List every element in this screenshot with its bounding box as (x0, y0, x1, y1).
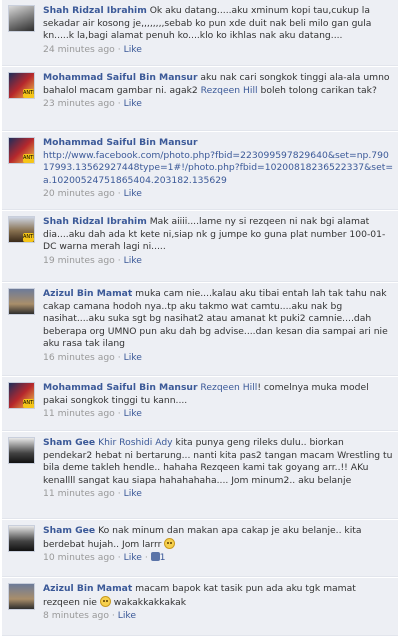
likes-count[interactable]: 1 (160, 552, 166, 563)
like-link[interactable]: Like (118, 610, 136, 621)
avatar[interactable] (8, 5, 35, 32)
comment-item: Shah Ridzal Ibrahim Ok aku datang.....ak… (2, 0, 398, 66)
avatar[interactable]: ANTI (8, 72, 35, 99)
comment-item: Azizul Bin Mamat macam bapok kat tasik p… (2, 578, 398, 636)
comment-meta: 19 minutes ago · Like (43, 254, 142, 266)
comment-time[interactable]: 10 minutes ago (43, 552, 115, 563)
like-link[interactable]: Like (124, 408, 142, 419)
comment-meta: 11 minutes ago · Like (43, 408, 142, 420)
comment-link[interactable]: http://www.facebook.com/photo.php?fbid=2… (43, 150, 393, 186)
comment-item: ANTI Shah Ridzal Ibrahim Mak aiiii....la… (2, 211, 398, 282)
comment-item: Sham Gee Ko nak minum dan makan apa caka… (2, 520, 398, 577)
badge-icon: ANTI (23, 154, 35, 163)
comment-meta: 24 minutes ago · Like (43, 43, 142, 55)
frown-emoticon-icon (99, 595, 111, 607)
comment-item: ANTI Mohammad Saiful Bin Mansur http://w… (2, 132, 398, 210)
comment-author[interactable]: Mohammad Saiful Bin Mansur (43, 137, 197, 148)
like-link[interactable]: Like (124, 188, 142, 199)
comment-meta: 20 minutes ago · Like (43, 188, 142, 200)
like-link[interactable]: Like (124, 488, 142, 499)
badge-icon: ANTI (23, 89, 35, 98)
comment-author[interactable]: Mohammad Saiful Bin Mansur (43, 72, 197, 83)
like-link[interactable]: Like (124, 98, 142, 109)
comment-time[interactable]: 11 minutes ago (43, 488, 115, 499)
mention-link[interactable]: Rezqeen Hill (201, 85, 258, 96)
avatar[interactable] (8, 583, 35, 610)
comment-time[interactable]: 19 minutes ago (43, 255, 115, 266)
avatar[interactable]: ANTI (8, 137, 35, 164)
comments-list: Shah Ridzal Ibrahim Ok aku datang.....ak… (0, 0, 403, 640)
mention-link[interactable]: Rezqeen Hill (200, 382, 257, 393)
comment-item: ANTI Mohammad Saiful Bin Mansur Rezqeen … (2, 377, 398, 431)
comment-author[interactable]: Sham Gee (43, 525, 95, 536)
comment-author[interactable]: Azizul Bin Mamat (43, 288, 132, 299)
comment-meta: 8 minutes ago · Like (43, 610, 137, 622)
comment-item: ANTI Mohammad Saiful Bin Mansur aku nak … (2, 67, 398, 131)
comment-meta: 23 minutes ago · Like (43, 98, 142, 110)
comment-time[interactable]: 24 minutes ago (43, 44, 115, 55)
comment-time[interactable]: 16 minutes ago (43, 352, 115, 363)
comment-item: Azizul Bin Mamat muka cam nie....kalau a… (2, 283, 398, 376)
comment-author[interactable]: Shah Ridzal Ibrahim (43, 216, 147, 227)
avatar[interactable]: ANTI (8, 382, 35, 409)
like-link[interactable]: Like (124, 44, 142, 55)
avatar[interactable]: ANTI (8, 216, 35, 243)
comment-time[interactable]: 20 minutes ago (43, 188, 115, 199)
comment-author[interactable]: Shah Ridzal Ibrahim (43, 5, 147, 16)
like-link[interactable]: Like (124, 352, 142, 363)
badge-icon: ANTI (23, 233, 35, 242)
comment-meta: 10 minutes ago · Like · 1 (43, 552, 166, 564)
avatar[interactable] (8, 437, 35, 464)
comment-meta: 11 minutes ago · Like (43, 488, 142, 500)
comment-time[interactable]: 11 minutes ago (43, 408, 115, 419)
comment-author[interactable]: Mohammad Saiful Bin Mansur (43, 382, 197, 393)
comment-item: Sham Gee Khir Roshidi Ady kita punya gen… (2, 432, 398, 519)
comment-author[interactable]: Sham Gee (43, 437, 95, 448)
mention-link[interactable]: Khir Roshidi Ady (98, 437, 173, 448)
comment-time[interactable]: 23 minutes ago (43, 98, 115, 109)
like-link[interactable]: Like (124, 552, 142, 563)
comment-text: kita punya geng rileks dulu.. biorkan pe… (43, 437, 393, 486)
avatar[interactable] (8, 525, 35, 552)
thumbs-up-icon[interactable] (150, 552, 160, 562)
badge-icon: ANTI (23, 399, 35, 408)
comment-time[interactable]: 8 minutes ago (43, 610, 109, 621)
like-link[interactable]: Like (124, 255, 142, 266)
smile-emoticon-icon (164, 537, 176, 549)
comment-author[interactable]: Azizul Bin Mamat (43, 583, 132, 594)
avatar[interactable] (8, 288, 35, 315)
comment-meta: 16 minutes ago · Like (43, 351, 142, 363)
